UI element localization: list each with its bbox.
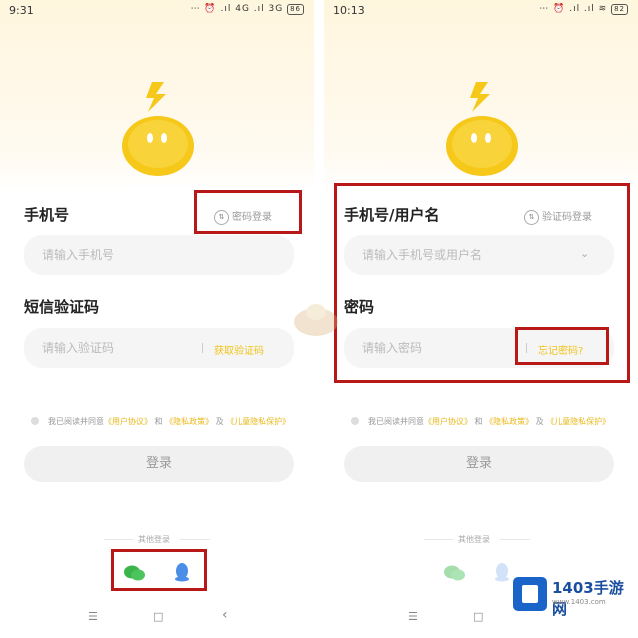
sms-code-label: 短信验证码: [24, 298, 100, 316]
site-url: www.1403.com: [552, 598, 606, 606]
site-logo-icon: [513, 577, 547, 611]
get-code-button[interactable]: 获取验证码: [214, 342, 264, 357]
switch-login-label: 验证码登录: [542, 212, 592, 223]
divider-line: [500, 539, 530, 540]
highlight-box: [111, 549, 207, 591]
menu-nav-icon[interactable]: ☰: [88, 610, 98, 623]
agree-checkbox[interactable]: [351, 417, 359, 425]
login-screen-sms: 9:31 ⋯ ⏰ .ıl 4G .ıl 3G 86 手机号 ⇅ 密码登录 请输入手…: [0, 0, 314, 638]
wechat-login-icon[interactable]: [444, 564, 466, 582]
agreement-prefix: 我已阅读并同意: [48, 417, 104, 426]
battery-icon: 86: [287, 4, 304, 15]
agreement-text: 我已阅读并同意《用户协议》 和 《隐私政策》 及 《儿童隐私保护》: [48, 416, 290, 427]
divider-line: [104, 539, 134, 540]
user-agreement-link[interactable]: 《用户协议》: [104, 417, 152, 426]
privacy-policy-link[interactable]: 《隐私政策》: [165, 417, 213, 426]
highlight-box: [515, 327, 609, 365]
status-bar: 10:13 ⋯ ⏰ .ıl .ıl ≋ 82: [324, 0, 638, 22]
divider-line: [424, 539, 454, 540]
phone-input[interactable]: 请输入手机号: [24, 235, 294, 275]
child-privacy-link[interactable]: 《儿童隐私保护》: [546, 417, 610, 426]
account-input[interactable]: 请输入手机号或用户名: [344, 235, 614, 275]
agreement-sep: 和: [474, 417, 483, 426]
switch-icon: ⇅: [524, 209, 539, 225]
cube-icon: [522, 585, 538, 603]
home-nav-icon[interactable]: □: [153, 610, 163, 623]
menu-nav-icon[interactable]: ☰: [408, 610, 418, 623]
phone-label: 手机号: [24, 206, 70, 224]
agreement-prefix: 我已阅读并同意: [368, 417, 424, 426]
watermark-mascot-icon: [294, 304, 338, 336]
agreement-sep: 及: [215, 417, 224, 426]
battery-icon: 82: [611, 4, 628, 15]
chevron-down-icon[interactable]: ⌄: [580, 247, 589, 260]
status-icons: ⋯ ⏰ .ıl 4G .ıl 3G 86: [191, 4, 304, 15]
status-icons: ⋯ ⏰ .ıl .ıl ≋ 82: [539, 4, 628, 15]
switch-to-sms-login-button[interactable]: ⇅ 验证码登录: [524, 208, 592, 225]
qq-login-icon[interactable]: [494, 562, 510, 582]
child-privacy-link[interactable]: 《儿童隐私保护》: [226, 417, 290, 426]
agree-checkbox[interactable]: [31, 417, 39, 425]
agreement-text: 我已阅读并同意《用户协议》 和 《隐私政策》 及 《儿童隐私保护》: [368, 416, 610, 427]
divider-line: [180, 539, 210, 540]
user-agreement-link[interactable]: 《用户协议》: [424, 417, 472, 426]
status-bar: 9:31 ⋯ ⏰ .ıl 4G .ıl 3G 86: [0, 0, 314, 22]
agreement-sep: 及: [535, 417, 544, 426]
privacy-policy-link[interactable]: 《隐私政策》: [485, 417, 533, 426]
agreement-sep: 和: [154, 417, 163, 426]
login-button[interactable]: 登录: [24, 446, 294, 482]
nav-bar: ☰ □ ‹: [0, 607, 314, 628]
back-nav-icon[interactable]: ‹: [222, 607, 228, 623]
home-nav-icon[interactable]: □: [473, 610, 483, 623]
mascot-logo-icon: [446, 82, 518, 176]
login-screen-password: 10:13 ⋯ ⏰ .ıl .ıl ≋ 82 手机号/用户名 ⇅ 验证码登录 请输…: [324, 0, 638, 638]
password-label: 密码: [344, 298, 375, 316]
other-login-title: 其他登录: [138, 535, 170, 544]
signal-icons: ⋯ ⏰ .ıl 4G .ıl 3G: [190, 4, 284, 14]
signal-icons: ⋯ ⏰ .ıl .ıl ≋: [539, 4, 608, 14]
other-login-title: 其他登录: [458, 535, 490, 544]
field-divider: [202, 343, 203, 353]
mascot-logo-icon: [122, 82, 194, 176]
status-time: 9:31: [9, 4, 34, 17]
login-button[interactable]: 登录: [344, 446, 614, 482]
highlight-box: [194, 190, 302, 234]
status-time: 10:13: [333, 4, 365, 17]
account-label: 手机号/用户名: [344, 206, 440, 224]
